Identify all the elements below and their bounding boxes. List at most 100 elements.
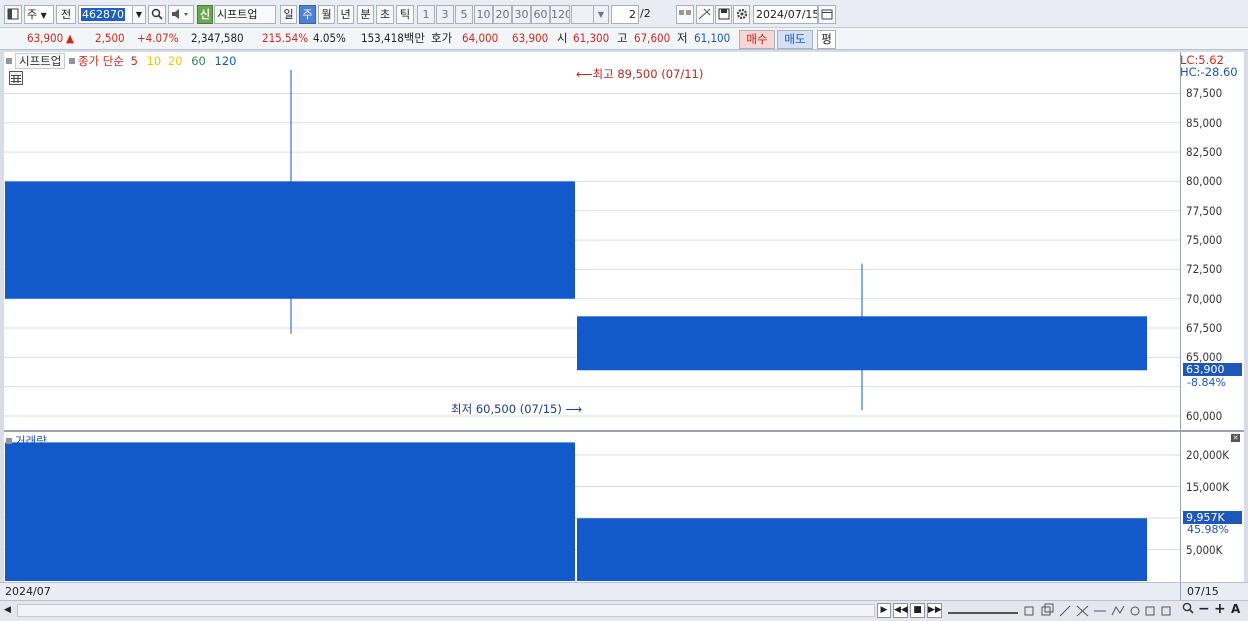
zoom-slider[interactable] (948, 605, 1018, 614)
grid-table-icon[interactable] (9, 71, 23, 85)
volume-chart-svg (4, 442, 1180, 581)
ask-price: 64,000 (462, 31, 499, 45)
page-input[interactable]: 2 (611, 5, 639, 24)
horizontal-scrollbar[interactable] (17, 604, 875, 617)
volume-y-tick: 20,000K (1186, 448, 1229, 462)
bottom-controls: ◀ ▶ ◀◀ ■ ▶▶ − + A (0, 600, 1248, 621)
period-second-button[interactable]: 초 (376, 5, 394, 24)
page-total: /2 (640, 7, 651, 20)
interval-button-120[interactable]: 120 (550, 5, 570, 24)
price-y-tick: 82,500 (1186, 145, 1223, 160)
font-size-icon[interactable]: A (1231, 602, 1240, 616)
interval-button-20[interactable]: 20 (493, 5, 512, 24)
volume-bar[interactable] (5, 442, 575, 581)
quote-bar: 63,900 ▲ 2,500 +4.07% 2,347,580 215.54% … (0, 28, 1248, 50)
current-price-label: 63,900 (1183, 363, 1242, 376)
price-y-axis[interactable]: LC:5.62 HC:-28.60 87,500 85,000 82,500 80,0… (1180, 52, 1244, 430)
chevron-down-icon: ▼ (40, 11, 47, 20)
arrow-left-icon: ⟵ (576, 67, 593, 81)
volume-legend: 거래량 (6, 433, 47, 449)
close-icon[interactable]: ✕ (1231, 434, 1240, 442)
date-axis-right: 07/15 (1187, 585, 1219, 598)
scroll-right-icon[interactable]: ▶ (877, 603, 891, 618)
drawing-tools-icons[interactable] (1022, 603, 1182, 619)
axis-separator (1180, 52, 1181, 582)
volume-value: 2,347,580 (191, 31, 244, 45)
date-axis-divider (1180, 583, 1181, 601)
crosshair-tool-icon[interactable] (696, 5, 714, 24)
search-icon[interactable] (148, 5, 166, 24)
current-price: 63,900 (27, 31, 64, 45)
prev-button[interactable]: 전 (56, 5, 76, 24)
low-annotation-text: 최저 60,500 (07/15) (451, 402, 562, 416)
price-y-tick: 72,500 (1186, 262, 1223, 277)
price-y-tick: 85,000 (1186, 115, 1223, 130)
interval-button-1[interactable]: 1 (417, 5, 435, 24)
stop-icon[interactable]: ■ (910, 603, 925, 618)
period-minute-button[interactable]: 분 (357, 5, 374, 24)
period-combo-value: 주 (27, 8, 38, 21)
zoom-search-icon[interactable] (1182, 602, 1194, 619)
interval-button-3[interactable]: 3 (436, 5, 454, 24)
period-combo[interactable]: 주 ▼ (24, 5, 54, 24)
stock-name-field[interactable]: 시프트업 (214, 5, 276, 24)
zoom-out-icon[interactable]: − (1198, 601, 1210, 617)
legend-ma-10: 10 (146, 54, 162, 68)
open-price: 61,300 (573, 31, 610, 45)
legend-square-icon (6, 58, 12, 64)
high-annotation-text: 최고 89,500 (07/11) (592, 67, 704, 81)
period-tick-button[interactable]: 틱 (396, 5, 414, 24)
gear-icon[interactable] (733, 5, 750, 24)
low-price: 61,100 (694, 31, 731, 45)
volume-chart-panel[interactable]: 거래량 (4, 432, 1180, 582)
legend-ma-20: 20 (167, 54, 183, 68)
new-listing-badge: 신 (197, 5, 213, 24)
open-label: 시 (557, 31, 568, 45)
price-chart-panel[interactable]: 시프트업 종가 단순 5 10 20 60 120 ⟵최고 89,500 (07… (4, 52, 1180, 430)
legend-stock-name[interactable]: 시프트업 (15, 53, 66, 69)
save-icon[interactable] (715, 5, 732, 24)
candle-body[interactable] (5, 181, 575, 299)
volume-y-tick: 15,000K (1186, 479, 1229, 494)
chevron-down-icon[interactable]: ▼ (593, 5, 609, 24)
interval-button-60[interactable]: 60 (531, 5, 550, 24)
date-input[interactable]: 2024/07/15 (753, 5, 818, 24)
hoga-label: 호가 (431, 31, 453, 45)
eval-button[interactable]: 평 (817, 30, 836, 49)
interval-button-5[interactable]: 5 (455, 5, 473, 24)
calendar-icon[interactable] (818, 5, 836, 24)
period-day-button[interactable]: 일 (280, 5, 297, 24)
buy-button[interactable]: 매수 (739, 30, 775, 49)
link-icon[interactable] (676, 5, 694, 24)
volume-legend-name[interactable]: 거래량 (15, 434, 47, 448)
volume-bar[interactable] (577, 518, 1147, 581)
rewind-icon[interactable]: ◀◀ (893, 603, 908, 618)
legend-square-icon (68, 58, 75, 64)
price-y-tick: 87,500 (1186, 86, 1223, 101)
price-y-tick: 60,000 (1186, 409, 1223, 423)
interval-button-30[interactable]: 30 (512, 5, 531, 24)
period-month-button[interactable]: 월 (318, 5, 335, 24)
volume-y-tick: 5,000K (1186, 542, 1223, 557)
period-year-button[interactable]: 년 (337, 5, 354, 24)
up-arrow-icon: ▲ (66, 31, 74, 45)
legend-square-icon (6, 438, 12, 444)
candle-body[interactable] (577, 316, 1147, 371)
scroll-left-icon[interactable]: ◀ (4, 604, 15, 617)
fast-forward-icon[interactable]: ▶▶ (927, 603, 942, 618)
layout-icon[interactable] (4, 5, 22, 24)
trade-amount: 153,418백만 (361, 31, 425, 45)
zoom-in-icon[interactable]: + (1214, 601, 1226, 617)
legend-ma-120: 120 (214, 54, 237, 68)
sell-button[interactable]: 매도 (777, 30, 813, 49)
interval-button-10[interactable]: 10 (474, 5, 493, 24)
price-change: 2,500 (95, 31, 125, 45)
period-week-button[interactable]: 주 (299, 5, 316, 24)
arrow-right-icon: ⟶ (565, 402, 582, 416)
price-chart-svg (4, 70, 1180, 417)
chevron-down-icon[interactable]: ▼ (132, 5, 146, 24)
low-label: 저 (677, 31, 688, 45)
speaker-icon[interactable] (168, 5, 194, 24)
volume-y-axis[interactable]: ✕ 20,000K15,000K10,000K5,000K 9,957K 45.… (1180, 432, 1244, 582)
hc-label: HC:-28.60 (1180, 65, 1238, 79)
